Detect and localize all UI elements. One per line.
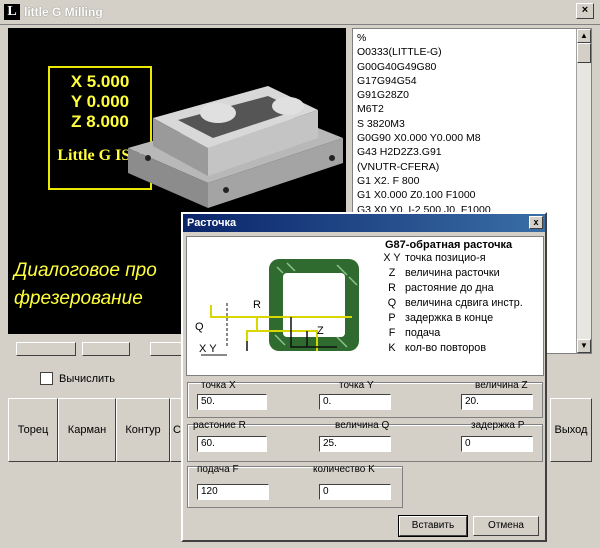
k-field-label: количество K [313, 464, 375, 475]
legend-row: Zвеличина расточки [383, 266, 543, 281]
diagram-label-z: Z [317, 325, 324, 337]
q-field-label: величина Q [335, 420, 390, 431]
legend-text: величина расточки [405, 267, 500, 279]
legend-row: Kкол-во повторов [383, 341, 543, 356]
f-input[interactable]: 120 [197, 484, 269, 500]
strip-button-3[interactable] [150, 342, 182, 356]
legend-text: подача [405, 327, 441, 339]
y-field-label: точка Y [339, 380, 374, 391]
title-bar: L little G Milling × [0, 0, 600, 25]
cancel-button[interactable]: Отмена [473, 516, 539, 536]
gcode-line: G1 X2. F 800 [357, 174, 420, 187]
cycle-diagram: R Q X Y Z G87-обратная расточка X Y точка… [186, 236, 544, 376]
gcode-line: M6T2 [357, 103, 384, 116]
legend-row: X Y точка позицио-я [383, 251, 543, 266]
dialog-title: Расточка [183, 214, 545, 232]
gcode-line: G91G28Z0 [357, 89, 409, 102]
legend-row: Qвеличина сдвига инстр. [383, 296, 543, 311]
x-input[interactable]: 50. [197, 394, 267, 410]
strip-button-1[interactable] [16, 342, 76, 356]
legend-text: точка позицио-я [405, 252, 486, 264]
legend-key: X Y [383, 252, 401, 264]
calc-checkbox[interactable]: Вычислить [34, 372, 115, 385]
r-field-label: растоние R [193, 420, 246, 431]
gcode-line: G00G40G49G80 [357, 60, 437, 73]
legend-row: Pзадержка в конце [383, 311, 543, 326]
legend-key: Q [387, 297, 397, 309]
f-field-label: подача F [197, 464, 239, 475]
legend-text: величина сдвига инстр. [405, 297, 523, 309]
scroll-down-icon[interactable]: ▼ [577, 339, 591, 353]
gcode-line: G43 H2D2Z3.G91 [357, 146, 442, 159]
diagram-label-xy: X Y [199, 343, 217, 355]
vertical-scrollbar[interactable]: ▲ ▼ [576, 29, 591, 353]
legend-header: G87-обратная расточка [385, 239, 513, 251]
checkbox-box[interactable] [40, 372, 53, 385]
z-input[interactable]: 20. [461, 394, 533, 410]
gcode-lines: % O0333(LITTLE-G) G00G40G49G80 G17G94G54 G91… [353, 29, 591, 217]
legend-key: F [388, 327, 396, 339]
p-input[interactable]: 0 [461, 436, 533, 452]
gcode-line: O0333(LITTLE-G) [357, 46, 442, 59]
parameter-legend: G87-обратная расточка X Y точка позицио-я… [383, 239, 543, 356]
diagram-label-q: Q [195, 321, 204, 333]
app-logo-icon: L [4, 4, 20, 20]
gcode-line: G0G90 X0.000 Y0.000 M8 [357, 132, 481, 145]
legend-key: R [388, 282, 396, 294]
dialog-text-line1: Диалоговое про [14, 260, 157, 281]
legend-key: K [388, 342, 396, 354]
strip-button-2[interactable] [82, 342, 130, 356]
gcode-line: % [357, 32, 367, 44]
q-input[interactable]: 25. [319, 436, 391, 452]
dialog-close-icon[interactable]: x [529, 216, 543, 229]
scroll-up-icon[interactable]: ▲ [577, 29, 591, 43]
scroll-thumb[interactable] [577, 43, 591, 63]
legend-row: Rрастояние до дна [383, 281, 543, 296]
x-field-label: точка X [201, 380, 236, 391]
p-field-label: задержка P [471, 420, 525, 431]
dialog-text-line2: фрезерование [14, 288, 143, 309]
exit-button[interactable]: Выход [550, 398, 592, 462]
y-input[interactable]: 0. [319, 394, 391, 410]
part-3d-image [128, 86, 343, 208]
legend-key: P [388, 312, 396, 324]
legend-row: Fподача [383, 326, 543, 341]
legend-text: задержка в конце [405, 312, 494, 324]
r-input[interactable]: 60. [197, 436, 267, 452]
legend-key: Z [388, 267, 396, 279]
gcode-line: G1 X0.000 Z0.100 F1000 [357, 189, 476, 202]
z-field-label: величина Z [475, 380, 528, 391]
insert-button[interactable]: Вставить [398, 515, 468, 537]
window-title: little G Milling [24, 5, 103, 19]
k-input[interactable]: 0 [319, 484, 391, 500]
legend-text: кол-во повторов [405, 342, 487, 354]
pocket-button[interactable]: Карман [58, 398, 116, 462]
face-button[interactable]: Торец [8, 398, 58, 462]
diagram-label-r: R [253, 299, 261, 311]
window-close-button[interactable]: × [576, 3, 594, 19]
gcode-line: G17G94G54 [357, 74, 417, 87]
boring-dialog: Расточка x R Q X Y Z G87-обратная расточ… [181, 212, 547, 542]
contour-button[interactable]: Контур [116, 398, 170, 462]
gcode-line: S 3820M3 [357, 117, 405, 130]
legend-text: растояние до дна [405, 282, 494, 294]
calc-label: Вычислить [59, 372, 115, 385]
gcode-line: (VNUTR-CFERA) [357, 160, 440, 173]
